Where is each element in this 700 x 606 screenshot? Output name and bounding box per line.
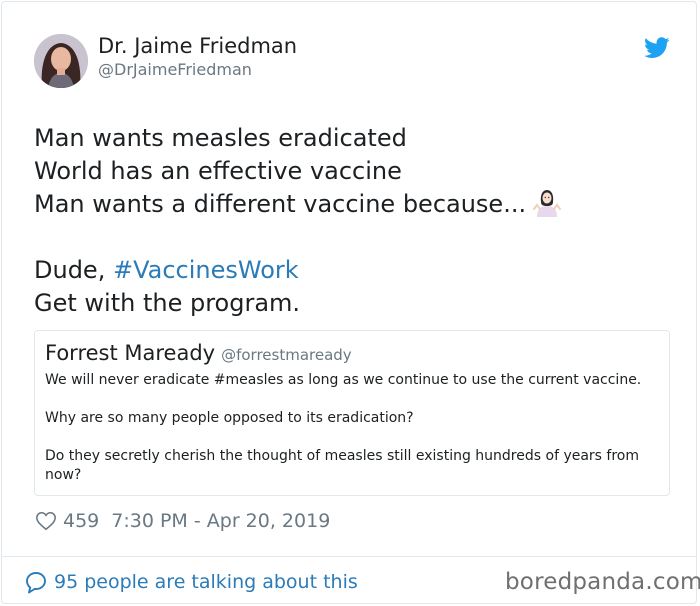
tweet-line-with-emoji: Man wants a different vaccine because... <box>34 188 654 221</box>
quoted-author-handle: @forrestmaready <box>221 346 352 364</box>
author-name[interactable]: Dr. Jaime Friedman <box>98 34 297 58</box>
hashtag-link[interactable]: #VaccinesWork <box>113 256 299 284</box>
tweet-timestamp[interactable]: 7:30 PM - Apr 20, 2019 <box>111 510 330 532</box>
tweet-meta: 459 7:30 PM - Apr 20, 2019 <box>35 508 330 534</box>
like-count[interactable]: 459 <box>63 510 99 532</box>
footer-divider <box>1 556 697 557</box>
watermark: boredpanda.com <box>505 569 700 595</box>
avatar-photo <box>34 34 88 88</box>
tweet-line-text: Man wants a different vaccine because... <box>34 190 527 218</box>
tweet-line-with-hashtag: Dude, #VaccinesWork <box>34 254 654 287</box>
quoted-author-name: Forrest Maready <box>45 341 216 365</box>
avatar[interactable] <box>34 34 88 88</box>
quoted-paragraph: Do they secretly cherish the thought of … <box>45 448 640 483</box>
quoted-paragraph: We will never eradicate #measles as long… <box>45 372 642 388</box>
woman-shrugging-icon <box>532 190 562 217</box>
quoted-author[interactable]: Forrest Maready @forrestmaready <box>45 341 352 365</box>
conversation-link[interactable]: 95 people are talking about this <box>24 568 358 596</box>
twitter-bird-icon[interactable] <box>644 37 670 59</box>
quoted-tweet[interactable]: Forrest Maready @forrestmaready We will n… <box>34 330 670 496</box>
speech-bubble-icon <box>26 572 46 594</box>
tweet-line: World has an effective vaccine <box>34 157 402 185</box>
tweet-card: Dr. Jaime Friedman @DrJaimeFriedman Man … <box>1 1 697 604</box>
tweet-line-text: Dude, <box>34 256 113 284</box>
conversation-link-label: 95 people are talking about this <box>54 571 358 593</box>
tweet-line: Man wants measles eradicated <box>34 124 407 152</box>
author-handle[interactable]: @DrJaimeFriedman <box>98 60 252 79</box>
quoted-paragraph: Why are so many people opposed to its er… <box>45 410 414 426</box>
tweet-body: Man wants measles eradicated World has a… <box>34 122 654 320</box>
heart-icon[interactable] <box>35 510 57 532</box>
tweet-line: Get with the program. <box>34 289 301 317</box>
